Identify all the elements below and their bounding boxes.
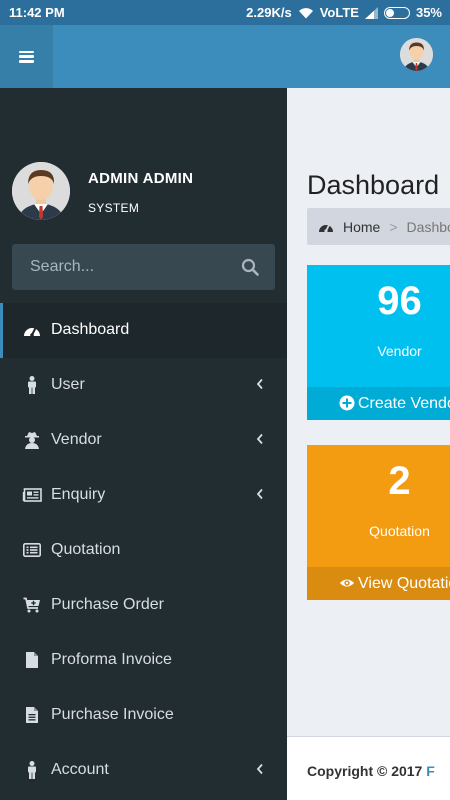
footer-link[interactable]: F [426, 763, 435, 779]
male-icon [22, 761, 42, 779]
quotation-count: 2 [388, 459, 411, 503]
sidebar-toggle-button[interactable] [0, 25, 53, 88]
sidebar-item-label: Proforma Invoice [51, 651, 172, 668]
user-role: SYSTEM [88, 201, 140, 215]
sidebar-item-label: Dashboard [51, 321, 130, 338]
user-panel: ADMIN ADMIN SYSTEM [0, 158, 287, 228]
main-footer: Copyright © 2017 F [287, 736, 450, 800]
hamburger-icon [19, 50, 34, 63]
wifi-icon [298, 7, 313, 18]
list-alt-icon [22, 541, 42, 559]
create-vendor-link[interactable]: Create Vendor [307, 387, 450, 420]
cart-plus-icon [22, 596, 42, 614]
network-type: VoLTE [319, 5, 359, 20]
sidebar-item-quotation[interactable]: Quotation [0, 523, 287, 578]
stat-box-inner: 2 Quotation [307, 445, 450, 567]
search-icon[interactable] [241, 258, 259, 276]
newspaper-icon [22, 486, 42, 504]
signal-icon [364, 6, 378, 19]
search-input[interactable] [12, 244, 232, 290]
chevron-left-icon [256, 433, 263, 445]
sidebar-item-purchase-order[interactable]: Purchase Order [0, 578, 287, 633]
stat-box-inner: 96 Vendor [307, 265, 450, 387]
breadcrumb: Home > Dashboard [307, 208, 450, 245]
header-avatar[interactable] [400, 38, 433, 71]
breadcrumb-current: Dashboard [406, 218, 450, 235]
user-name: ADMIN ADMIN [88, 170, 194, 187]
vendor-count: 96 [377, 279, 422, 323]
breadcrumb-home-link[interactable]: Home [343, 219, 380, 235]
vendor-label: Vendor [377, 343, 422, 359]
sidebar-item-label: Enquiry [51, 486, 106, 503]
user-secret-icon [22, 431, 42, 449]
sidebar-item-label: User [51, 376, 85, 393]
avatar-icon [400, 38, 433, 71]
file-icon [22, 651, 42, 669]
chevron-left-icon [256, 763, 263, 775]
sidebar-item-account[interactable]: Account [0, 743, 287, 798]
sidebar-item-label: Purchase Order [51, 596, 164, 613]
view-quotation-label: View Quotation [358, 574, 450, 592]
breadcrumb-separator: > [389, 218, 398, 235]
sidebar-item-vendor[interactable]: Vendor [0, 413, 287, 468]
battery-icon [383, 6, 410, 19]
content-area: Dashboard Home > Dashboard 96 Vendor Cre… [287, 88, 450, 800]
sidebar-search [12, 244, 275, 290]
quotation-label: Quotation [369, 523, 430, 539]
status-bar: 11:42 PM 2.29K/s VoLTE 35% [0, 0, 450, 25]
dashboard-icon [22, 321, 42, 339]
app-header [0, 25, 450, 88]
view-quotation-link[interactable]: View Quotation [307, 567, 450, 600]
plus-circle-icon [339, 395, 355, 411]
dashboard-icon [319, 224, 333, 233]
network-speed: 2.29K/s [246, 5, 292, 20]
sidebar-item-user[interactable]: User [0, 358, 287, 413]
sidebar-item-label: Account [51, 761, 109, 778]
file-text-icon [22, 706, 42, 724]
sidebar-item-dashboard[interactable]: Dashboard [0, 303, 287, 358]
page-title: Dashboard [307, 170, 440, 200]
sidebar-item-enquiry[interactable]: Enquiry [0, 468, 287, 523]
eye-icon [339, 579, 355, 587]
sidebar-item-label: Vendor [51, 431, 102, 448]
sidebar-item-label: Quotation [51, 541, 121, 558]
vendor-stat-box: 96 Vendor Create Vendor [307, 265, 450, 420]
quotation-stat-box: 2 Quotation View Quotation [307, 445, 450, 600]
sidebar-item-purchase-invoice[interactable]: Purchase Invoice [0, 688, 287, 743]
sidebar: ADMIN ADMIN SYSTEM Dashboard User [0, 88, 287, 800]
battery-percent: 35% [415, 5, 442, 20]
sidebar-item-label: Purchase Invoice [51, 706, 174, 723]
copyright-label: Copyright © 2017 [307, 763, 423, 779]
status-indicators: 2.29K/s VoLTE 35% [246, 5, 442, 20]
chevron-left-icon [256, 488, 263, 500]
status-time: 11:42 PM [9, 5, 65, 20]
male-icon [22, 376, 42, 394]
user-avatar [12, 162, 70, 220]
sidebar-menu: Dashboard User Vendor Enquiry Quotation … [0, 303, 287, 798]
chevron-left-icon [256, 378, 263, 390]
avatar-icon [12, 162, 70, 220]
copyright-text: Copyright © 2017 F [307, 763, 435, 779]
sidebar-item-proforma-invoice[interactable]: Proforma Invoice [0, 633, 287, 688]
create-vendor-label: Create Vendor [358, 394, 450, 412]
